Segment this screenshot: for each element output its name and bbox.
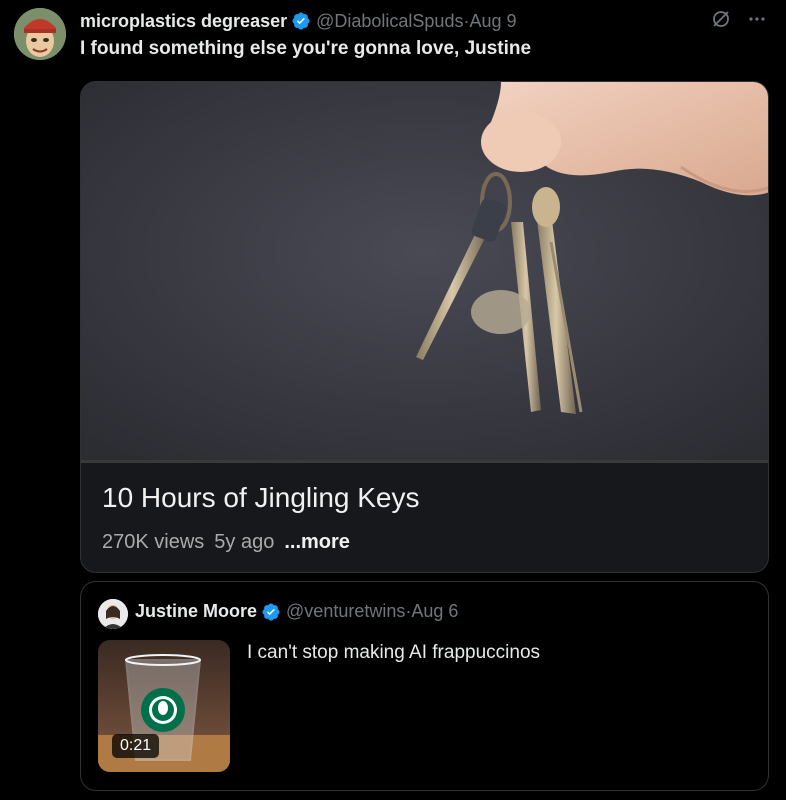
youtube-video-card[interactable]: 10 Hours of Jingling Keys 270K views 5y … <box>80 81 769 573</box>
video-thumbnail[interactable] <box>81 82 768 460</box>
verified-badge-icon <box>261 602 281 622</box>
video-title[interactable]: 10 Hours of Jingling Keys <box>102 482 420 514</box>
video-progress-bar[interactable] <box>81 460 768 463</box>
verified-badge-icon <box>291 11 311 31</box>
quoted-tweet[interactable]: Justine Moore @venturetwins · Aug 6 0:21… <box>80 581 769 791</box>
grok-icon[interactable] <box>708 6 734 32</box>
more-options-icon[interactable] <box>744 6 770 32</box>
quoted-author-avatar[interactable] <box>98 599 128 629</box>
tweet-date[interactable]: Aug 9 <box>469 11 516 32</box>
quoted-tweet-header: Justine Moore @venturetwins · Aug 6 <box>135 601 458 622</box>
video-duration: 0:21 <box>112 734 160 758</box>
quoted-tweet-date[interactable]: Aug 6 <box>411 601 458 622</box>
tweet-header: microplastics degreaser @DiabolicalSpuds… <box>80 10 766 32</box>
quoted-author-handle[interactable]: @venturetwins <box>286 601 405 622</box>
author-avatar[interactable] <box>14 8 66 60</box>
video-meta: 270K views 5y ago ...more <box>102 531 350 554</box>
quoted-video-thumbnail[interactable]: 0:21 <box>98 640 230 772</box>
more-link[interactable]: ...more <box>284 531 350 554</box>
quoted-tweet-text: I can't stop making AI frappuccinos <box>247 642 541 663</box>
author-handle[interactable]: @DiabolicalSpuds <box>316 11 463 32</box>
quoted-author-name[interactable]: Justine Moore <box>135 601 257 622</box>
video-age: 5y ago <box>214 531 275 553</box>
tweet-actions-top <box>708 6 770 32</box>
video-views: 270K views <box>102 531 205 553</box>
tweet-text: I found something else you're gonna love… <box>80 38 532 59</box>
author-display-name[interactable]: microplastics degreaser <box>80 11 287 32</box>
